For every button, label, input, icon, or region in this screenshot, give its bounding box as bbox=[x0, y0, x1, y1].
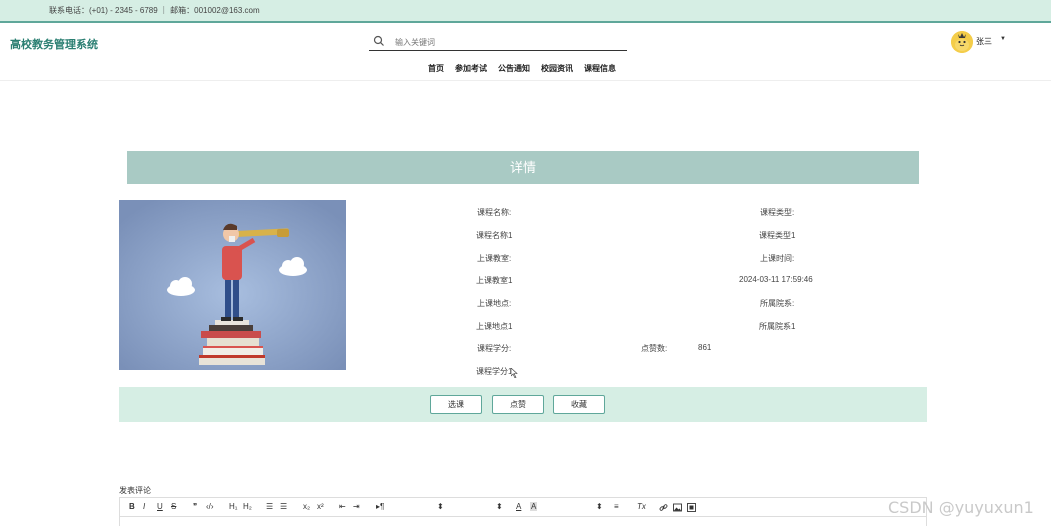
background-color-button[interactable]: A bbox=[530, 502, 538, 511]
class-time-label: 上课时间: bbox=[760, 254, 795, 263]
header-picker-arrow-icon[interactable]: ⬍ bbox=[496, 502, 503, 511]
code-block-button[interactable]: ‹/› bbox=[206, 502, 214, 511]
search-input[interactable] bbox=[395, 35, 615, 49]
size-picker-arrow-icon[interactable]: ⬍ bbox=[437, 502, 444, 511]
classroom-value: 上课教室1 bbox=[476, 276, 513, 285]
top-contact-bar: 联系电话：(+01) - 2345 - 6789 ｜ 邮箱：001002@163… bbox=[0, 0, 1051, 23]
caret-down-icon[interactable]: ▼ bbox=[1000, 36, 1006, 42]
nav-notice[interactable]: 公告通知 bbox=[498, 63, 530, 74]
like-button[interactable]: 点赞 bbox=[492, 395, 544, 414]
nav-exam[interactable]: 参加考试 bbox=[455, 63, 487, 74]
search-bar bbox=[369, 33, 627, 51]
avatar-image bbox=[951, 31, 973, 53]
video-icon[interactable] bbox=[687, 503, 696, 512]
italic-button[interactable]: I bbox=[143, 502, 145, 511]
watermark: CSDN @yuyuxun1 bbox=[888, 498, 1034, 517]
nav-course[interactable]: 课程信息 bbox=[584, 63, 616, 74]
blockquote-button[interactable]: ❞ bbox=[193, 502, 197, 511]
mouse-cursor-icon bbox=[511, 368, 518, 378]
credit-value: 课程学分1 bbox=[476, 367, 513, 376]
likes-value: 861 bbox=[698, 343, 712, 352]
link-icon[interactable] bbox=[659, 503, 668, 512]
strike-button[interactable]: S bbox=[171, 502, 176, 511]
bold-button[interactable]: B bbox=[129, 502, 135, 511]
classroom-label: 上课教室: bbox=[477, 254, 512, 263]
location-label: 上课地点: bbox=[477, 299, 512, 308]
credit-label: 课程学分: bbox=[477, 344, 512, 353]
nav-home[interactable]: 首页 bbox=[428, 63, 444, 74]
main-nav: 首页 参加考试 公告通知 校园资讯 课程信息 bbox=[428, 63, 616, 74]
search-icon[interactable] bbox=[373, 35, 385, 47]
select-course-button[interactable]: 选课 bbox=[430, 395, 482, 414]
telescope-illustration bbox=[119, 200, 346, 370]
nav-news[interactable]: 校园资讯 bbox=[541, 63, 573, 74]
course-name-label: 课程名称: bbox=[477, 208, 512, 217]
course-type-value: 课程类型1 bbox=[759, 231, 796, 240]
font-color-button[interactable]: A bbox=[516, 502, 521, 511]
department-label: 所属院系: bbox=[760, 299, 795, 308]
comment-editor[interactable] bbox=[119, 517, 927, 526]
course-image bbox=[119, 200, 346, 370]
clean-format-button[interactable]: Tx bbox=[637, 502, 646, 511]
indent-button[interactable]: ⇥ bbox=[353, 502, 360, 511]
contact-info: 联系电话：(+01) - 2345 - 6789 ｜ 邮箱：001002@163… bbox=[49, 6, 260, 15]
underline-button[interactable]: U bbox=[157, 502, 163, 511]
image-icon[interactable] bbox=[673, 503, 682, 512]
bullet-list-button[interactable]: ☰ bbox=[280, 502, 287, 511]
detail-title: 详情 bbox=[127, 151, 919, 184]
editor-toolbar: B I U S ❞ ‹/› H₁ H₂ ☰ ☰ x₂ x² ⇤ ⇥ ▸¶ ⬍ ⬍… bbox=[119, 497, 927, 517]
superscript-button[interactable]: x² bbox=[317, 502, 324, 511]
likes-label: 点赞数: bbox=[641, 344, 668, 353]
username[interactable]: 张三 bbox=[976, 36, 992, 47]
outdent-button[interactable]: ⇤ bbox=[339, 502, 346, 511]
header-1-button[interactable]: H₁ bbox=[229, 502, 237, 511]
location-value: 上课地点1 bbox=[476, 322, 513, 331]
align-button[interactable]: ≡ bbox=[614, 502, 619, 511]
department-value: 所属院系1 bbox=[759, 322, 796, 331]
header: 高校教务管理系统 首页 参加考试 公告通知 校园资讯 课程信息 张三 ▼ bbox=[0, 25, 1051, 81]
subscript-button[interactable]: x₂ bbox=[303, 502, 310, 511]
font-picker-arrow-icon[interactable]: ⬍ bbox=[596, 502, 603, 511]
action-bar: 选课 点赞 收藏 bbox=[119, 387, 927, 422]
text-direction-button[interactable]: ▸¶ bbox=[376, 502, 384, 511]
comment-label: 发表评论 bbox=[119, 486, 151, 495]
ordered-list-button[interactable]: ☰ bbox=[266, 502, 273, 511]
class-time-value: 2024-03-11 17:59:46 bbox=[739, 275, 813, 284]
avatar[interactable] bbox=[951, 31, 973, 53]
course-name-value: 课程名称1 bbox=[476, 231, 513, 240]
favorite-button[interactable]: 收藏 bbox=[553, 395, 605, 414]
site-brand[interactable]: 高校教务管理系统 bbox=[10, 36, 98, 52]
course-type-label: 课程类型: bbox=[760, 208, 795, 217]
header-2-button[interactable]: H₂ bbox=[243, 502, 252, 511]
